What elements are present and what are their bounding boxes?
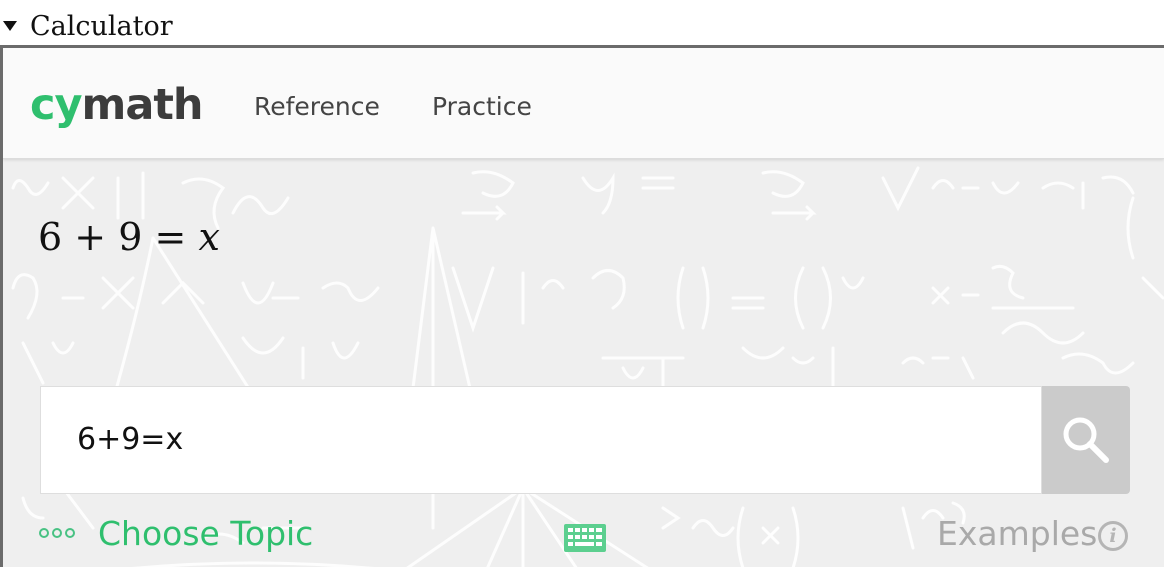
navbar: cymath Reference Practice — [3, 48, 1164, 159]
bottom-controls: Choose Topic Examples i — [3, 510, 1164, 560]
equation-term: 6 — [38, 215, 63, 259]
details-summary-label: Calculator — [30, 10, 173, 42]
logo-cy: cy — [30, 80, 83, 130]
nav-link-practice[interactable]: Practice — [432, 92, 532, 121]
info-icon[interactable]: i — [1098, 521, 1128, 551]
equation-operator: = — [154, 215, 187, 259]
search-icon — [1063, 417, 1109, 463]
keyboard-icon[interactable] — [563, 523, 607, 558]
details-summary[interactable]: Calculator — [0, 8, 173, 44]
calculator-widget: cymath Reference Practice 6 + 9 = x 6+9=… — [0, 45, 1164, 567]
dots-icon[interactable] — [39, 528, 75, 538]
rendered-equation: 6 + 9 = x — [38, 215, 220, 259]
search-button[interactable] — [1042, 386, 1130, 494]
choose-topic-link[interactable]: Choose Topic — [98, 514, 313, 553]
equation-variable: x — [198, 215, 220, 259]
logo-math: math — [81, 80, 204, 130]
equation-term: 9 — [118, 215, 143, 259]
nav-link-reference[interactable]: Reference — [254, 92, 380, 121]
math-input[interactable]: 6+9=x — [40, 386, 1042, 494]
caret-down-icon[interactable] — [3, 21, 17, 31]
equation-operator: + — [74, 215, 107, 259]
examples-link[interactable]: Examples — [937, 514, 1097, 553]
cymath-logo[interactable]: cymath — [30, 80, 204, 130]
